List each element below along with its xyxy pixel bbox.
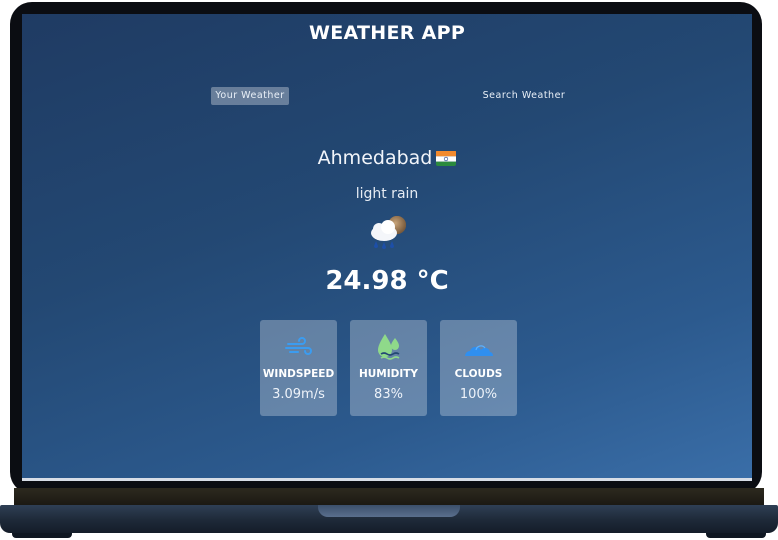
tab-search-weather[interactable]: Search Weather	[474, 87, 574, 105]
clouds-icon	[440, 332, 517, 362]
wind-icon	[260, 332, 337, 362]
city-name: Ahmedabad	[317, 147, 433, 169]
india-flag-icon	[436, 150, 457, 166]
windspeed-label: WINDSPEED	[262, 368, 335, 380]
app-title: WEATHER APP	[308, 22, 466, 44]
clouds-label: CLOUDS	[454, 368, 503, 380]
humidity-label: HUMIDITY	[358, 368, 419, 380]
laptop-foot-right	[706, 533, 766, 538]
laptop-foot-left	[12, 533, 72, 538]
city-name-row: Ahmedabad	[22, 147, 752, 169]
app-screen: WEATHER APP Your Weather Search Weather …	[22, 14, 752, 479]
stat-card-humidity: HUMIDITY 83%	[350, 320, 427, 416]
windspeed-value: 3.09m/s	[272, 387, 325, 402]
clouds-value: 100%	[459, 387, 498, 402]
tab-your-weather[interactable]: Your Weather	[211, 87, 289, 105]
laptop-hinge	[14, 488, 764, 506]
stat-card-windspeed: WINDSPEED 3.09m/s	[260, 320, 337, 416]
temperature: 24.98 °C	[325, 266, 449, 296]
stat-card-clouds: CLOUDS 100%	[440, 320, 517, 416]
humidity-value: 83%	[374, 387, 403, 402]
weather-description: light rain	[355, 186, 419, 202]
rain-cloud-icon	[364, 211, 412, 251]
screen-edge	[22, 478, 752, 481]
humidity-icon	[350, 332, 427, 362]
laptop-notch	[318, 505, 460, 517]
